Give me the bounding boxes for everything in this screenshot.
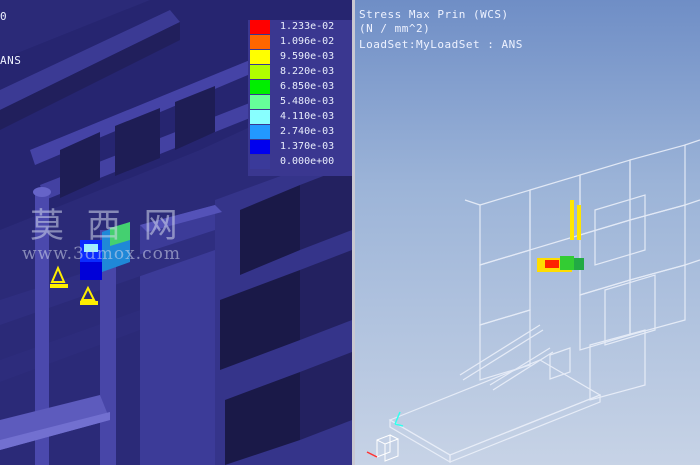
legend-swatch [250,125,270,139]
legend-row: 5.480e-03 [248,95,352,109]
legend-value: 6.850e-03 [280,81,335,92]
left-viewport-shaded[interactable]: 0 ANS 1.233e-02 1.096e-02 9.590e-03 8.22… [0,0,352,465]
legend-row: 1.370e-03 [248,140,352,154]
legend-row: 1.233e-02 [248,20,352,34]
load-arrow [577,205,581,240]
legend-value: 4.110e-03 [280,111,335,122]
viewport-partial-label: ANS [0,54,22,67]
legend-swatch [250,20,270,34]
stress-part-green [560,256,574,270]
viewport-partial-label: 0 [0,10,8,23]
legend-value: 0.000e+00 [280,156,335,167]
result-title: Stress Max Prin (WCS) [359,8,509,21]
watermark-url: www.3dmox.com [22,244,181,264]
legend-swatch [250,95,270,109]
legend-row: 2.740e-03 [248,125,352,139]
legend-value: 9.590e-03 [280,51,335,62]
legend-value: 5.480e-03 [280,96,335,107]
result-loadset: LoadSet:MyLoadSet : ANS [359,38,523,51]
legend-row: 8.220e-03 [248,65,352,79]
legend-swatch [250,110,270,124]
result-units: (N / mm^2) [359,22,431,35]
legend-row: 4.110e-03 [248,110,352,124]
legend-value: 1.370e-03 [280,141,335,152]
coordinate-triad-icon [366,434,399,462]
legend-value: 1.233e-02 [280,21,335,32]
legend-row: 6.850e-03 [248,80,352,94]
legend-value: 2.740e-03 [280,126,335,137]
legend-swatch [250,140,270,154]
stress-block [80,262,102,280]
legend-row: 1.096e-02 [248,35,352,49]
legend-swatch [250,50,270,64]
legend-swatch [250,65,270,79]
legend-row: 9.590e-03 [248,50,352,64]
legend-row: 0.000e+00 [248,155,352,169]
lower-beam [0,310,140,382]
legend-swatch [250,155,270,169]
load-arrow [570,200,574,240]
wireframe-model-canvas [366,139,700,464]
legend-swatch [250,80,270,94]
fea-result-window: 0 ANS 1.233e-02 1.096e-02 9.590e-03 8.22… [0,0,700,465]
stress-hotspot [545,260,559,268]
right-viewport-wireframe[interactable]: Stress Max Prin (WCS) (N / mm^2) LoadSet… [355,0,700,465]
legend-value: 8.220e-03 [280,66,335,77]
legend-value: 1.096e-02 [280,36,335,47]
wireframe-frame [388,139,700,464]
post-cap [33,187,51,197]
stress-legend: 1.233e-02 1.096e-02 9.590e-03 8.220e-03 … [248,20,352,176]
stress-part-green [574,258,584,270]
constraint-icon [50,265,68,288]
legend-swatch [250,35,270,49]
csys-marker-icon [394,411,404,427]
watermark-title: 莫 西 网 [30,206,184,246]
